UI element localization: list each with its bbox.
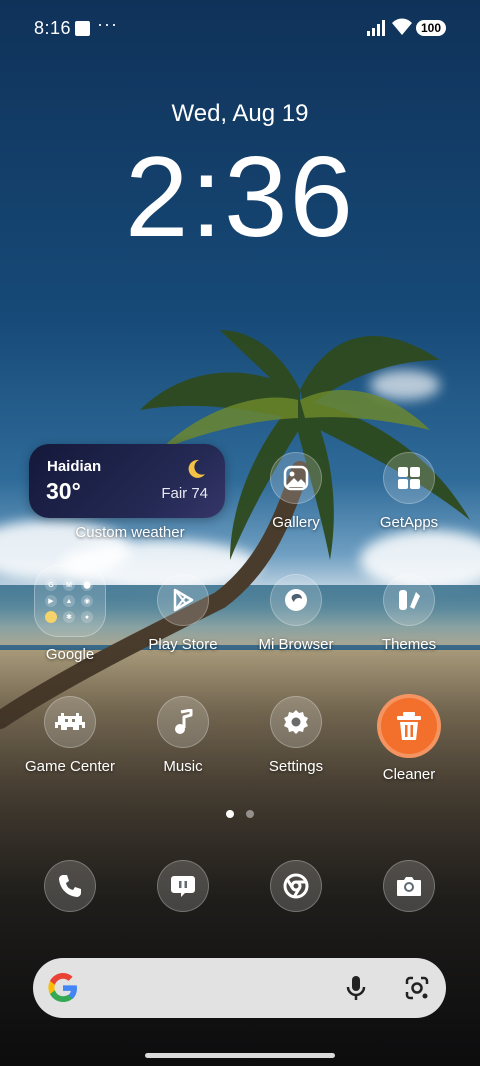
app-label: Game Center (24, 758, 116, 775)
phone-icon (59, 875, 81, 897)
weather-condition: Fair 74 (161, 485, 208, 502)
gallery-icon (270, 452, 322, 504)
moon-icon (188, 459, 205, 478)
app-label: Music (163, 758, 203, 775)
cell-signal-icon (367, 20, 385, 36)
weather-temperature: 30° (46, 478, 81, 504)
app-themes[interactable]: Themes (352, 574, 466, 653)
app-game-center[interactable]: Game Center (13, 696, 127, 775)
photos-mini-icon: ✱ (63, 611, 75, 623)
notification-square-icon (75, 21, 90, 36)
maps-mini-icon: ⬤ (81, 579, 93, 591)
google-search-bar[interactable] (33, 958, 446, 1018)
more-notifications-icon: ··· (97, 14, 118, 34)
dock-messages-button[interactable] (157, 860, 209, 912)
gmail-mini-icon: M (63, 579, 75, 591)
mi-browser-icon (270, 574, 322, 626)
weather-city: Haidian (47, 458, 102, 475)
camera-icon (397, 877, 421, 896)
microphone-icon[interactable] (345, 974, 367, 1002)
messages-icon (171, 876, 195, 897)
weather-widget-label: Custom weather (75, 524, 185, 541)
themes-icon (383, 574, 435, 626)
folder-google[interactable]: G M ⬤ ▶ ▲ ◉ ✱ ● Google (13, 565, 127, 663)
gear-icon (270, 696, 322, 748)
getapps-icon (383, 452, 435, 504)
lockscreen-date: Wed, Aug 19 (171, 100, 309, 127)
app-mi-browser[interactable]: Mi Browser (239, 574, 353, 653)
assistant-mini-icon: ● (81, 611, 93, 623)
app-label: Play Store (148, 636, 218, 653)
app-music[interactable]: Music (126, 696, 240, 775)
trash-icon (377, 694, 441, 758)
google-lens-icon[interactable] (403, 974, 431, 1002)
wifi-icon (392, 18, 412, 35)
files-mini-icon (45, 611, 57, 623)
app-gallery[interactable]: Gallery (239, 452, 353, 531)
duo-mini-icon: ◉ (81, 595, 93, 607)
lockscreen-clock: 2:36 (125, 134, 355, 261)
google-logo-icon (48, 973, 77, 1002)
drive-mini-icon: ▲ (63, 595, 75, 607)
app-label: Settings (268, 758, 324, 775)
play-store-icon (157, 574, 209, 626)
google-mini-icon: G (45, 579, 57, 591)
youtube-mini-icon: ▶ (45, 595, 57, 607)
music-note-icon (157, 696, 209, 748)
app-label: Themes (381, 636, 437, 653)
app-label: Mi Browser (258, 636, 334, 653)
app-label: Gallery (272, 514, 320, 531)
game-center-icon (44, 696, 96, 748)
app-label: Cleaner (382, 766, 436, 783)
app-settings[interactable]: Settings (239, 696, 353, 775)
app-getapps[interactable]: GetApps (352, 452, 466, 531)
chrome-icon (283, 873, 309, 899)
weather-widget[interactable]: Haidian 30° Fair 74 (29, 444, 225, 518)
page-indicator-inactive[interactable] (246, 810, 254, 818)
status-time: 8:16 (34, 18, 72, 38)
dock-chrome-button[interactable] (270, 860, 322, 912)
app-cleaner[interactable]: Cleaner (352, 694, 466, 783)
home-gesture-bar[interactable] (145, 1053, 335, 1058)
battery-icon: 100 (416, 20, 446, 36)
dock-camera-button[interactable] (383, 860, 435, 912)
dock-phone-button[interactable] (44, 860, 96, 912)
page-indicator-active[interactable] (226, 810, 234, 818)
status-bar: 8:16 ··· 100 (0, 0, 480, 56)
google-folder-icon: G M ⬤ ▶ ▲ ◉ ✱ ● (34, 565, 106, 637)
app-label: GetApps (379, 514, 439, 531)
app-label: Google (45, 646, 95, 663)
app-play-store[interactable]: Play Store (126, 574, 240, 653)
